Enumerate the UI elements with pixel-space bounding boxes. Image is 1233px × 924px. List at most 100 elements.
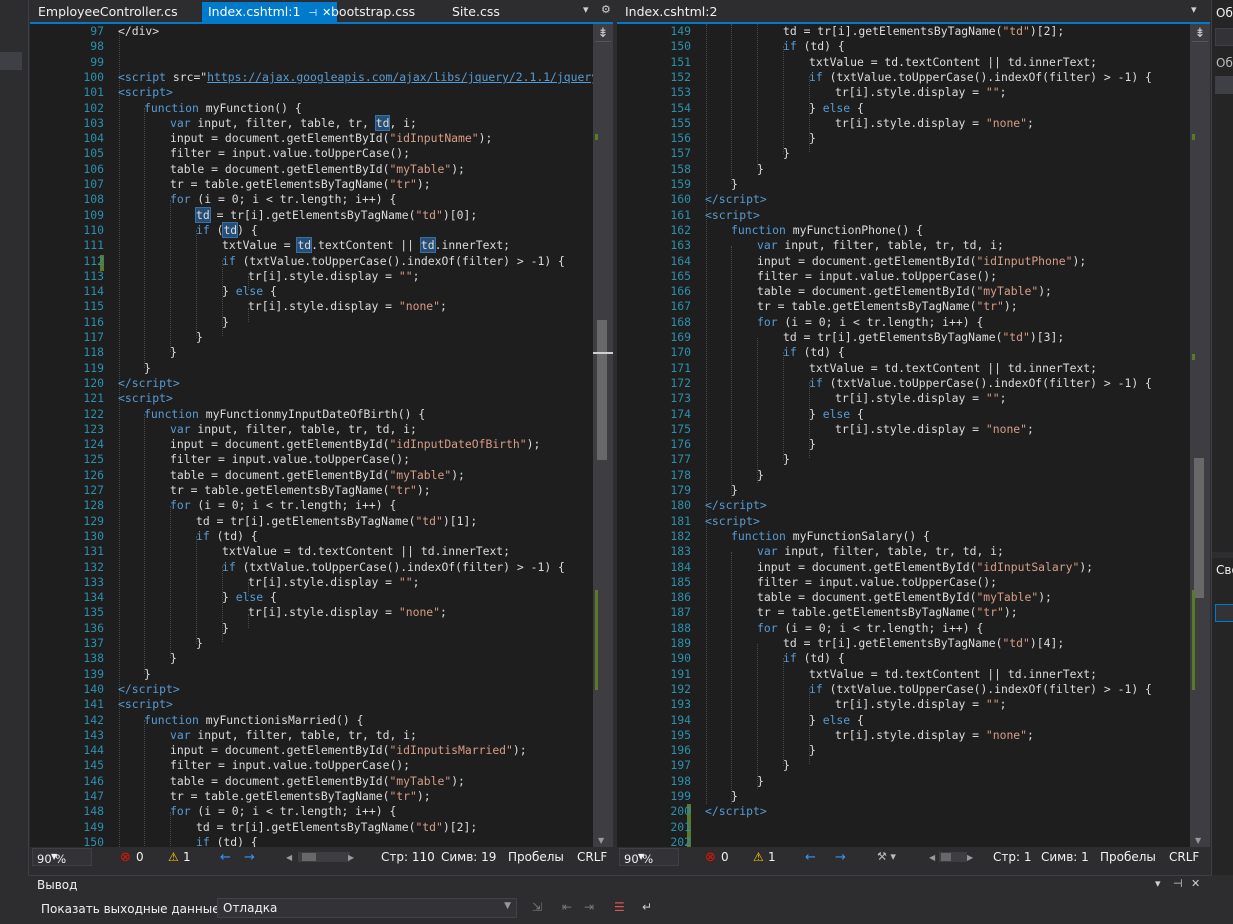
scroll-left-icon[interactable]: ◀ (286, 853, 292, 862)
next-message-icon[interactable]: ⇥ (584, 900, 594, 914)
code-line: } (222, 314, 229, 329)
line-number: 124 (83, 437, 104, 452)
line-number: 148 (83, 804, 104, 819)
pin-icon[interactable]: ⊣ (1173, 877, 1183, 890)
code-line: tr[i].style.display = "none"; (248, 605, 447, 620)
panel-search-field[interactable]: Об (1216, 56, 1233, 70)
error-icon[interactable]: ⊗ (705, 850, 716, 865)
warning-icon[interactable]: ⚠ (753, 850, 764, 864)
line-number: 146 (83, 773, 104, 788)
code-line: input = document.getElementById("idInput… (170, 437, 541, 452)
horizontal-scrollbar[interactable] (298, 852, 350, 862)
tab-bootstrap-css[interactable]: bootstrap.css (325, 2, 421, 22)
line-number: 168 (670, 314, 691, 329)
code-line: <script src="https://ajax.googleapis.com… (118, 69, 593, 84)
horizontal-scrollbar[interactable] (939, 852, 967, 862)
panel-tree-item[interactable] (1215, 76, 1233, 94)
output-source-select[interactable]: Отладка ▼ (217, 898, 517, 918)
code-line: } (757, 467, 764, 482)
eol-indicator[interactable]: CRLF (577, 850, 607, 864)
line-number: 188 (670, 620, 691, 635)
col-indicator[interactable]: Симв: 19 (441, 850, 496, 864)
error-icon[interactable]: ⊗ (120, 850, 131, 865)
left-code-area[interactable]: 97 98 99 100 101 102 103 104 105 106 107 108 109 110 1… (30, 24, 593, 847)
scroll-down-icon[interactable]: ▼ (598, 836, 604, 845)
zoom-select[interactable]: 90 % ▼ (619, 848, 679, 866)
code-line: tr[i].style.display = "none"; (835, 421, 1034, 436)
line-number: 142 (83, 712, 104, 727)
nav-forward-icon[interactable]: → (244, 850, 255, 865)
code-line: txtValue = td.textContent || td.innerTex… (809, 54, 1098, 69)
scroll-thumb[interactable] (597, 320, 607, 460)
line-number: 143 (83, 727, 104, 742)
code-line: for (i = 0; i < tr.length; i++) { (170, 192, 397, 207)
code-line: </script> (705, 498, 767, 513)
code-line: } (783, 146, 790, 161)
code-line: var input, filter, table, tr, td, i; (757, 238, 1004, 253)
warning-icon[interactable]: ⚠ (168, 850, 179, 864)
code-line: } (783, 452, 790, 467)
line-number: 115 (83, 299, 104, 314)
tab-employeecontroller[interactable]: EmployeeController.cs (32, 2, 184, 22)
indent-guide (144, 720, 145, 847)
clear-all-icon[interactable]: ☰ (614, 900, 625, 914)
word-wrap-icon[interactable]: ↵ (642, 900, 652, 914)
right-vertical-scrollbar[interactable]: ⇟ ▼ (1190, 24, 1210, 847)
code-line: function myFunction() { (144, 100, 302, 115)
code-line: } else { (809, 712, 864, 727)
close-icon[interactable]: ✕ (1191, 877, 1200, 890)
tab-index-cshtml-2[interactable]: Index.cshtml:2 (619, 2, 723, 22)
eol-indicator[interactable]: CRLF (1169, 850, 1199, 864)
left-vertical-scrollbar[interactable]: ⇟ ▼ (593, 24, 613, 847)
code-line: tr = table.getElementsByTagName("tr"); (170, 483, 431, 497)
tab-label: bootstrap.css (331, 4, 416, 19)
spaces-indicator[interactable]: Пробелы (508, 850, 564, 864)
brush-icon[interactable]: ⚒ ▾ (877, 850, 896, 863)
code-line: for (i = 0; i < tr.length; i++) { (170, 804, 397, 819)
tab-site-css[interactable]: Site.css (446, 2, 506, 22)
line-number: 202 (670, 834, 691, 847)
zoom-select[interactable]: 90 % ▼ (32, 848, 92, 866)
pin-icon[interactable]: ⊣ (308, 8, 317, 19)
line-indicator[interactable]: Стр: 110 (381, 850, 435, 864)
prev-message-icon[interactable]: ⇤ (562, 900, 572, 914)
code-line: if (td) { (783, 651, 845, 666)
line-number: 111 (83, 238, 104, 253)
scroll-right-icon[interactable]: ▶ (348, 853, 354, 862)
line-number: 103 (83, 115, 104, 130)
scroll-thumb[interactable] (1194, 458, 1204, 598)
col-indicator[interactable]: Симв: 1 (1041, 850, 1089, 864)
left-strip-highlight[interactable] (0, 52, 22, 70)
find-message-icon[interactable]: ⇲ (532, 900, 542, 914)
tab-label: EmployeeController.cs (38, 4, 178, 19)
nav-forward-icon[interactable]: → (835, 850, 846, 865)
code-line: function myFunctionPhone() { (731, 222, 924, 237)
tab-label: Index.cshtml:2 (625, 4, 718, 19)
code-line: var input, filter, table, tr, td, i; (170, 114, 417, 131)
split-icon[interactable]: ⇟ (1192, 26, 1208, 42)
code-line: filter = input.value.toUpperCase(); (757, 268, 998, 283)
spaces-indicator[interactable]: Пробелы (1100, 850, 1156, 864)
nav-back-icon[interactable]: ← (220, 850, 231, 865)
scroll-right-icon[interactable]: ▶ (967, 853, 973, 862)
properties-toolbar-button[interactable] (1215, 604, 1233, 622)
tab-index-cshtml-1[interactable]: Index.cshtml:1 ⊣ ✕ (202, 2, 338, 22)
split-icon[interactable]: ⇟ (595, 26, 611, 42)
line-number: 171 (670, 360, 691, 375)
panel-toolbar-button[interactable] (1215, 28, 1233, 46)
code-line: <script> (118, 85, 173, 100)
line-indicator[interactable]: Стр: 1 (993, 850, 1031, 864)
nav-back-icon[interactable]: ← (805, 850, 816, 865)
gear-icon[interactable]: ⚙ (601, 3, 611, 16)
code-line: tr[i].style.display = "none"; (248, 299, 447, 314)
scroll-down-icon[interactable]: ▼ (1195, 836, 1201, 845)
tab-dropdown-icon[interactable]: ▾ (1191, 3, 1197, 16)
tab-dropdown-icon[interactable]: ▾ (583, 3, 589, 16)
line-number: 98 (90, 39, 104, 54)
scroll-left-icon[interactable]: ◀ (929, 853, 935, 862)
line-number: 114 (83, 284, 104, 299)
line-number: 140 (83, 681, 104, 696)
dropdown-icon[interactable]: ▾ (1155, 877, 1161, 890)
right-code-area[interactable]: 149 150 151 152 153 154 155 156 157 158 159 160 161 1… (617, 24, 1190, 847)
indent-guide (196, 536, 197, 644)
